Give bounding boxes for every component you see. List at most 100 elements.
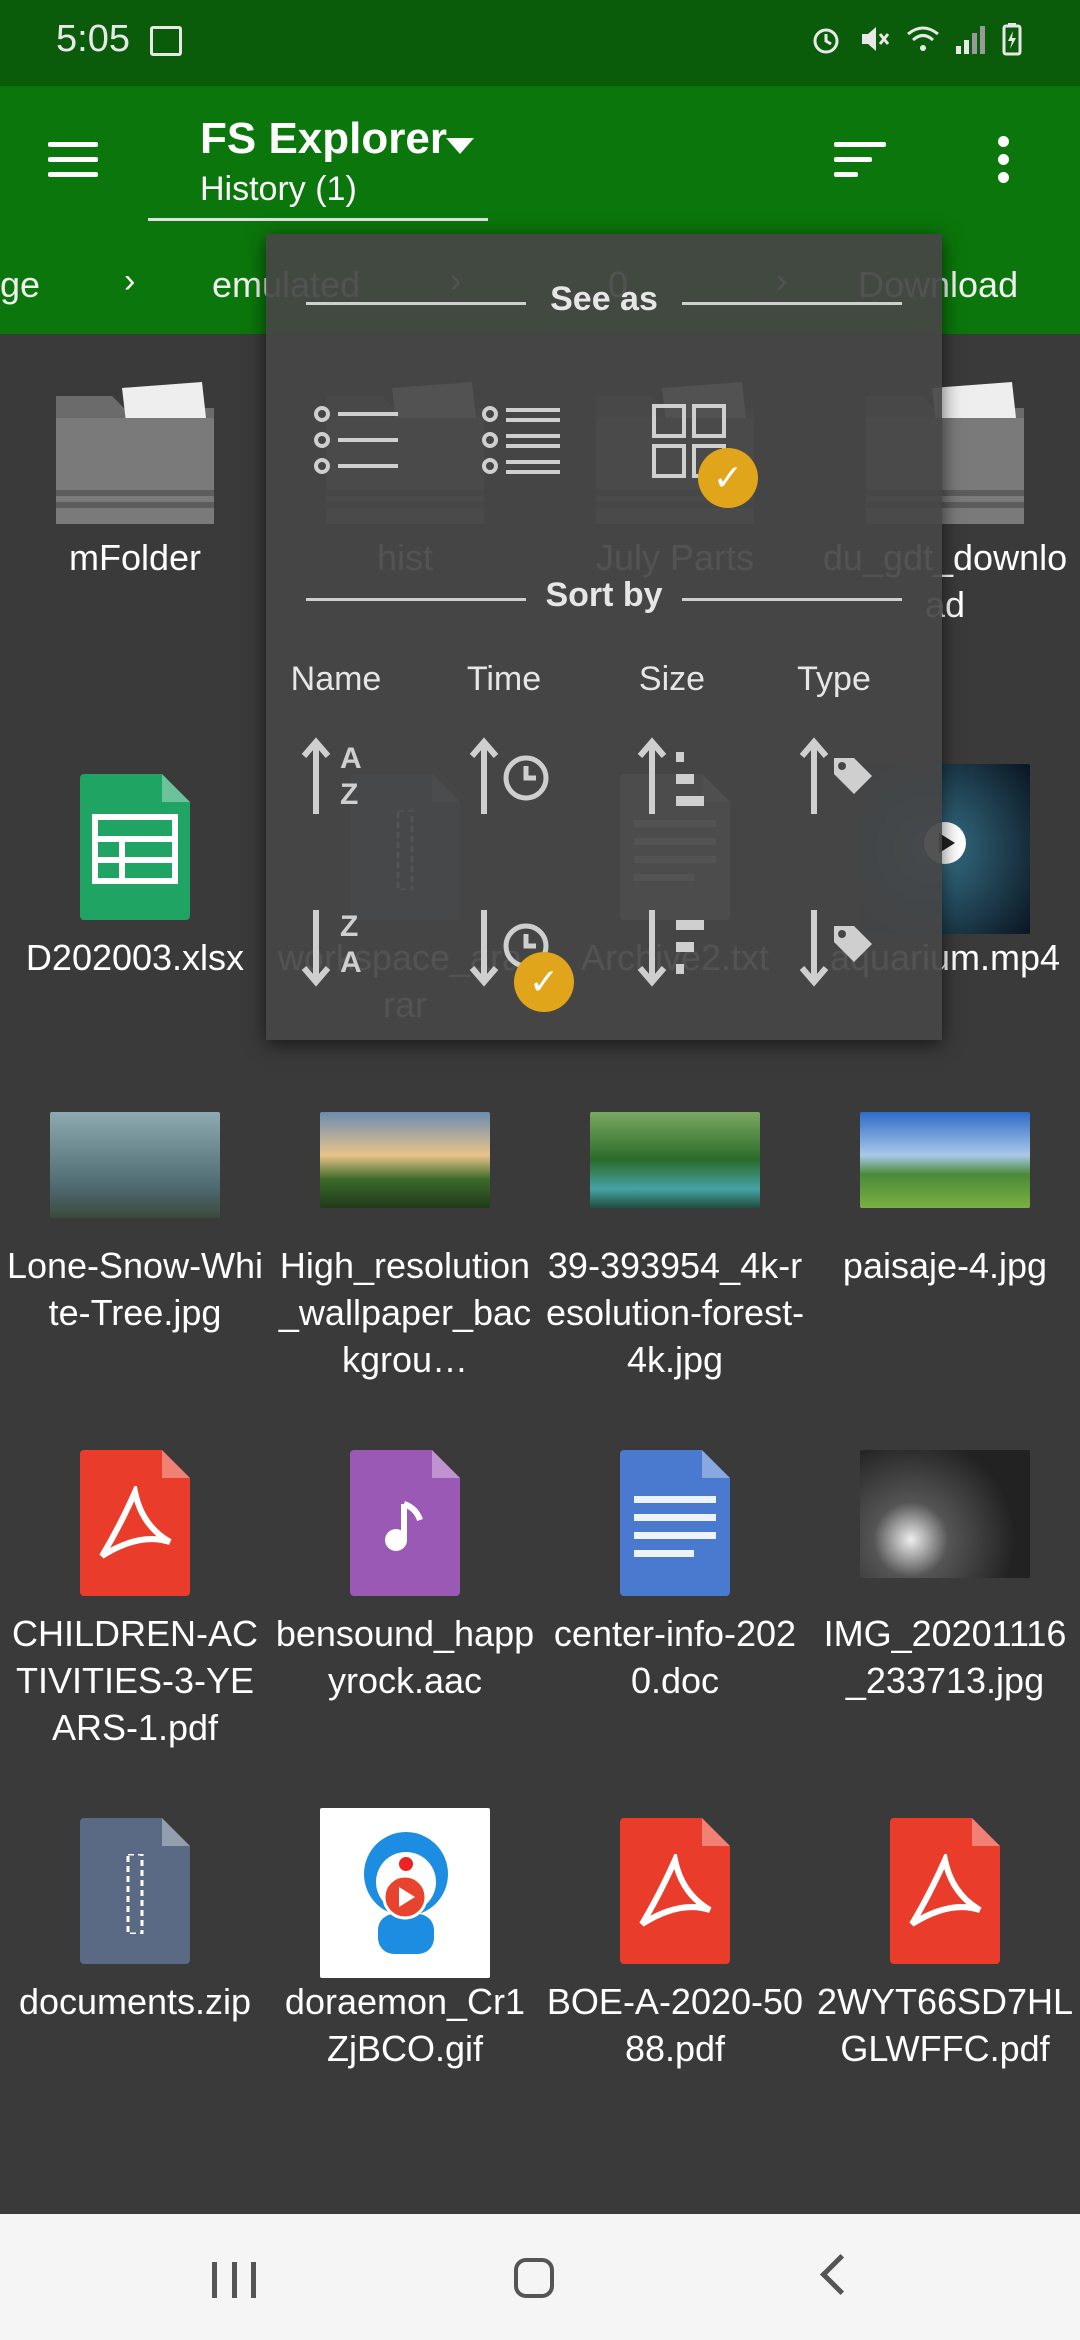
file-thumbnail — [0, 1042, 270, 1242]
mute-icon — [858, 22, 890, 56]
caret-down-icon — [446, 138, 474, 154]
back-icon[interactable] — [819, 2253, 862, 2296]
image-thumbnail — [860, 1112, 1030, 1208]
file-name: documents.zip — [18, 1981, 252, 2022]
pdf-file-icon — [620, 1818, 730, 1964]
zip-file-icon — [80, 1818, 190, 1964]
sort-size-ascending-button[interactable] — [622, 728, 732, 828]
svg-text:A: A — [340, 946, 362, 979]
file-thumbnail — [0, 734, 270, 934]
file-name: mFolder — [68, 537, 202, 578]
app-title: FS Explorer — [200, 114, 447, 163]
sort-type-descending-button[interactable] — [784, 896, 894, 996]
file-thumbnail — [540, 1410, 810, 1610]
file-item[interactable]: 2WYT66SD7HLGLWFFC.pdf — [810, 1778, 1080, 2072]
menu-icon[interactable] — [48, 142, 98, 178]
file-name: High_resolution_wallpaper_backgrou… — [278, 1245, 532, 1380]
sort-column-size: Size — [638, 660, 706, 698]
sort-by-header: Sort by — [306, 576, 902, 616]
file-thumbnail — [0, 334, 270, 534]
sort-icon[interactable] — [834, 142, 886, 178]
see-as-label: See as — [550, 280, 658, 318]
file-thumbnail — [810, 1778, 1080, 1978]
folder-item[interactable]: mFolder — [0, 334, 270, 581]
file-name: bensound_happyrock.aac — [275, 1613, 535, 1701]
signal-icon — [954, 22, 986, 56]
image-thumbnail — [50, 1112, 220, 1218]
file-name: CHILDREN-ACTIVITIES-3-YEARS-1.pdf — [11, 1613, 259, 1748]
file-item[interactable]: paisaje-4.jpg — [810, 1042, 1080, 1289]
file-item[interactable]: D202003.xlsx — [0, 734, 270, 981]
status-time: 5:05 — [56, 18, 130, 60]
file-item[interactable]: Lone-Snow-White-Tree.jpg — [0, 1042, 270, 1336]
file-item[interactable]: High_resolution_wallpaper_backgrou… — [270, 1042, 540, 1383]
app-bar: FS Explorer History (1) — [0, 86, 1080, 234]
doc-file-icon — [620, 1450, 730, 1596]
sort-column-time: Time — [466, 660, 542, 698]
svg-text:Z: Z — [340, 910, 358, 943]
file-name: 39-393954_4k-resolution-forest-4k.jpg — [545, 1245, 805, 1380]
file-item[interactable]: doraemon_Cr1ZjBCO.gif — [270, 1778, 540, 2072]
see-as-header: See as — [306, 280, 902, 320]
sort-name-ascending-button[interactable]: AZ — [286, 728, 396, 828]
file-thumbnail — [540, 1042, 810, 1242]
sort-by-label: Sort by — [545, 576, 663, 614]
file-item[interactable]: IMG_20201116_233713.jpg — [810, 1410, 1080, 1704]
file-item[interactable]: BOE-A-2020-5088.pdf — [540, 1778, 810, 2072]
file-thumbnail — [810, 1042, 1080, 1242]
file-item[interactable]: documents.zip — [0, 1778, 270, 2025]
app-subtitle: History (1) — [200, 170, 357, 208]
folder-icon — [56, 382, 214, 524]
gallery-notification-icon — [150, 26, 182, 56]
xlsx-file-icon — [80, 774, 190, 920]
file-item[interactable]: 39-393954_4k-resolution-forest-4k.jpg — [540, 1042, 810, 1383]
file-thumbnail — [0, 1410, 270, 1610]
view-list-button[interactable] — [312, 384, 432, 494]
sort-name-descending-button[interactable]: ZA — [286, 896, 396, 996]
wifi-icon — [906, 22, 939, 56]
selected-check-icon: ✓ — [698, 448, 758, 508]
sort-time-ascending-button[interactable] — [454, 728, 564, 828]
file-thumbnail — [270, 1410, 540, 1610]
file-thumbnail — [270, 1778, 540, 1978]
selected-check-icon: ✓ — [514, 952, 574, 1012]
play-icon — [382, 1874, 428, 1920]
status-icons — [810, 22, 1034, 56]
battery-icon — [1002, 22, 1034, 56]
file-name: Lone-Snow-White-Tree.jpg — [6, 1245, 264, 1333]
alarm-icon — [810, 22, 842, 56]
file-item[interactable]: center-info-2020.doc — [540, 1410, 810, 1704]
audio-file-icon — [350, 1450, 460, 1596]
file-thumbnail — [810, 1410, 1080, 1610]
file-thumbnail — [0, 1778, 270, 1978]
svg-text:A: A — [340, 742, 362, 775]
title-dropdown[interactable]: FS Explorer History (1) — [148, 114, 488, 221]
view-detailed-list-button[interactable] — [480, 384, 600, 494]
chevron-right-icon: › — [124, 262, 136, 300]
file-name: IMG_20201116_233713.jpg — [823, 1613, 1067, 1701]
svg-text:Z: Z — [340, 778, 358, 811]
sort-type-ascending-button[interactable] — [784, 728, 894, 828]
file-name: BOE-A-2020-5088.pdf — [546, 1981, 804, 2069]
sort-column-name: Name — [290, 660, 382, 698]
recent-apps-icon[interactable] — [212, 2262, 256, 2298]
sort-size-descending-button[interactable] — [622, 896, 732, 996]
file-item[interactable]: bensound_happyrock.aac — [270, 1410, 540, 1704]
view-sort-popup: See as ✓ Sort by Name Time Size Type A Z… — [266, 234, 942, 1040]
sort-time-descending-button[interactable]: ✓ — [454, 896, 574, 1012]
more-options-icon[interactable] — [998, 136, 1010, 184]
image-thumbnail — [590, 1112, 760, 1208]
home-icon[interactable] — [514, 2258, 554, 2298]
file-name: 2WYT66SD7HLGLWFFC.pdf — [816, 1981, 1074, 2069]
image-thumbnail — [860, 1450, 1030, 1578]
view-grid-button[interactable]: ✓ — [650, 384, 770, 508]
breadcrumb-item[interactable]: ge — [0, 264, 40, 306]
pdf-file-icon — [890, 1818, 1000, 1964]
image-thumbnail — [320, 1112, 490, 1208]
sort-column-type: Type — [797, 660, 871, 698]
system-nav-bar — [0, 2214, 1080, 2340]
file-name: D202003.xlsx — [25, 937, 245, 978]
file-thumbnail — [270, 1042, 540, 1242]
file-thumbnail — [540, 1778, 810, 1978]
file-item[interactable]: CHILDREN-ACTIVITIES-3-YEARS-1.pdf — [0, 1410, 270, 1751]
